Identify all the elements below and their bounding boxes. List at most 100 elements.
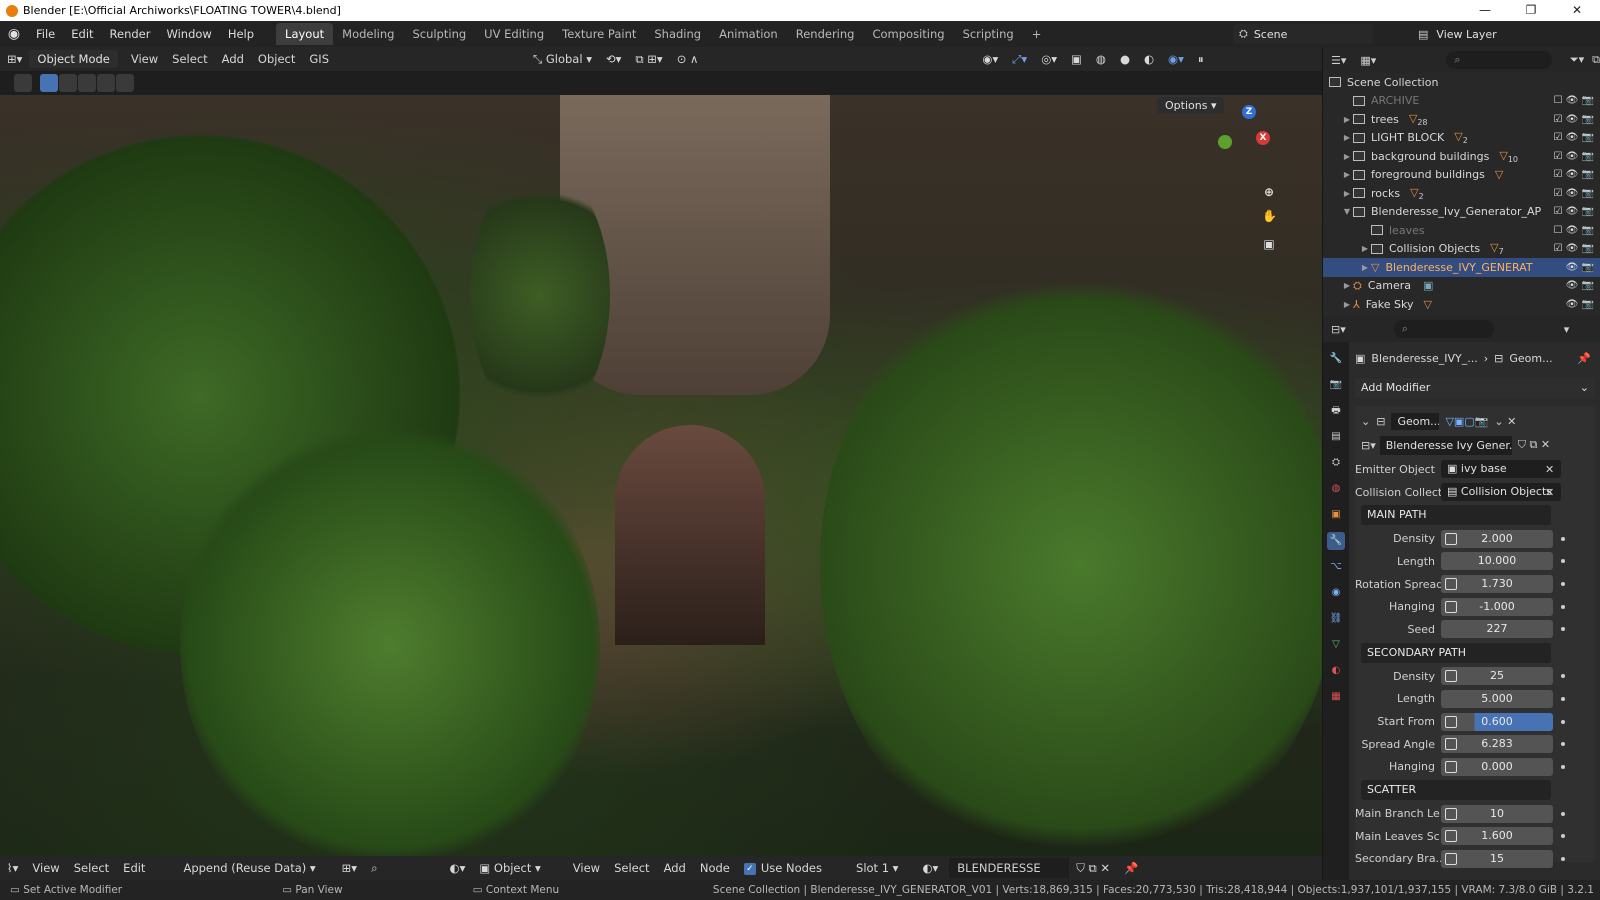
node-editor-type-icon[interactable]: ⌇▾ (0, 861, 25, 875)
outliner-row-foreground-buildings[interactable]: ▶ foreground buildings ▽ ☑ 👁 📷 (1323, 166, 1600, 185)
scene-collection-row[interactable]: Scene Collection (1323, 73, 1600, 92)
modifier-menu-icon[interactable]: ⌄ ✕ (1494, 415, 1516, 428)
material-name-field[interactable]: BLENDERESSE (949, 858, 1070, 878)
numeric-input[interactable]: 1.600 (1441, 827, 1553, 846)
select-box-mode-extend-icon[interactable] (59, 74, 77, 92)
numeric-input[interactable]: 25 (1441, 667, 1553, 686)
row-controls[interactable]: ☐ 👁 📷 (1554, 225, 1594, 236)
add-modifier-dropdown[interactable]: Add Modifier ⌄ (1355, 378, 1595, 398)
tab-shading[interactable]: Shading (645, 23, 710, 45)
row-controls[interactable]: ☑ 👁 📷 (1554, 114, 1594, 125)
keyframe-dot-icon[interactable] (1561, 604, 1565, 609)
numeric-input[interactable]: 10 (1441, 804, 1553, 823)
pause-render-icon[interactable]: ⏸ (1191, 52, 1211, 67)
3d-viewport[interactable]: Options ▾ Z X ⊕ ✋ ▣ (0, 95, 1322, 856)
display-mode-icon[interactable]: ▦▾ (1360, 54, 1376, 67)
keyframe-dot-icon[interactable] (1561, 811, 1565, 816)
keyframe-dot-icon[interactable] (1561, 764, 1565, 769)
expand-arrow-icon[interactable]: ▶ (1341, 281, 1353, 290)
keyframe-dot-icon[interactable] (1561, 856, 1565, 861)
numeric-input[interactable]: -1.000 (1441, 597, 1553, 616)
numeric-input[interactable]: 1.730 (1441, 575, 1553, 594)
viewport-menu-select[interactable]: Select (165, 52, 214, 66)
outliner-row-ivy-generator-object[interactable]: ▶ ▽ Blenderesse_IVY_GENERAT 👁 📷 (1323, 258, 1600, 277)
asset-search-icon[interactable]: ⌕ (364, 861, 384, 876)
row-controls[interactable]: ☑ 👁 📷 (1554, 132, 1594, 143)
menu-help[interactable]: Help (220, 27, 262, 41)
row-controls[interactable]: ☑ 👁 📷 (1554, 169, 1594, 180)
physics-tab-icon[interactable]: ◉ (1327, 584, 1345, 602)
pan-hand-icon[interactable]: ✋ (1262, 209, 1277, 223)
numeric-input-active[interactable]: 0.600 (1441, 712, 1553, 731)
tab-modeling[interactable]: Modeling (333, 23, 403, 45)
constraints-tab-icon[interactable]: ⛓ (1327, 610, 1345, 628)
material-tab-icon[interactable]: ◐ (1327, 662, 1345, 680)
row-controls[interactable]: 👁 📷 (1566, 262, 1594, 273)
outliner-row-archive[interactable]: ARCHIVE ☐ 👁 📷 (1323, 92, 1600, 111)
gizmo-toggle-icon[interactable]: ⤢▾ (1005, 52, 1034, 67)
expand-arrow-icon[interactable]: ▶ (1359, 263, 1371, 272)
row-controls[interactable]: ☐ 👁 📷 (1554, 95, 1594, 106)
collapse-arrow-icon[interactable]: ⌄ (1361, 415, 1370, 428)
tool-tab-icon[interactable]: 🔧 (1327, 350, 1345, 368)
select-box-mode-subtract-icon[interactable] (78, 74, 96, 92)
shading-material-icon[interactable]: ◐ (1137, 52, 1161, 66)
collision-collection-field[interactable]: ▤ Collision Objects (1441, 483, 1561, 502)
menu-edit[interactable]: Edit (63, 27, 101, 41)
shader-type-icon[interactable]: ◐▾ (443, 861, 473, 875)
outliner-row-trees[interactable]: ▶ trees ▽28 ☑ 👁 📷 (1323, 110, 1600, 129)
outliner-row-ivy-generator[interactable]: ▼ Blenderesse_Ivy_Generator_AP ☑ 👁 📷 (1323, 203, 1600, 222)
fake-user-icon[interactable]: ⛉ ⧉ ✕ (1069, 861, 1117, 876)
viewport-menu-add[interactable]: Add (215, 52, 251, 66)
tab-layout[interactable]: Layout (276, 23, 334, 45)
expand-arrow-icon[interactable]: ▶ (1341, 189, 1353, 198)
gizmo-y-axis-icon[interactable] (1218, 135, 1232, 149)
node2-menu-select[interactable]: Select (607, 861, 656, 875)
outliner-row-leaves[interactable]: leaves ☐ 👁 📷 (1323, 221, 1600, 240)
pin-icon[interactable]: 📌 (1577, 352, 1591, 365)
tab-rendering[interactable]: Rendering (787, 23, 864, 45)
select-box-mode-new-icon[interactable] (40, 74, 58, 92)
tab-uv-editing[interactable]: UV Editing (475, 23, 553, 45)
tab-sculpting[interactable]: Sculpting (403, 23, 475, 45)
tab-texture-paint[interactable]: Texture Paint (553, 23, 645, 45)
proportional-edit-icon[interactable]: ⊙ ∧ (670, 52, 706, 66)
node2-menu-view[interactable]: View (566, 861, 607, 875)
select-box-mode-invert-icon[interactable] (97, 74, 115, 92)
snap-icon[interactable]: ⧉ ⊞▾ (628, 52, 669, 67)
use-nodes-toggle[interactable]: ✓ Use Nodes (737, 861, 829, 875)
view-layer-selector[interactable]: ▤ View Layer (1418, 24, 1558, 44)
node2-menu-node[interactable]: Node (693, 861, 737, 875)
append-mode-dropdown[interactable]: Append (Reuse Data) ▾ (176, 861, 322, 875)
menu-file[interactable]: File (28, 27, 63, 41)
modifier-tab-icon[interactable]: 🔧 (1327, 532, 1345, 550)
tab-scripting[interactable]: Scripting (954, 23, 1023, 45)
row-controls[interactable]: ☑ 👁 📷 (1554, 188, 1594, 199)
node-group-field[interactable]: Blenderesse Ivy Gener... (1379, 435, 1512, 455)
numeric-input[interactable]: 227 (1441, 620, 1553, 639)
asset-view-icon[interactable]: ⊞▾ (335, 861, 364, 875)
node-menu-view[interactable]: View (25, 861, 66, 875)
node-menu-select[interactable]: Select (67, 861, 116, 875)
gizmo-x-axis-icon[interactable]: X (1256, 131, 1270, 145)
shading-wire-icon[interactable]: ◍ (1089, 52, 1113, 66)
row-controls[interactable]: 👁 📷 (1566, 280, 1594, 291)
tab-compositing[interactable]: Compositing (863, 23, 953, 45)
new-collection-icon[interactable]: ⧉ (1592, 53, 1600, 67)
data-tab-icon[interactable]: ▽ (1327, 636, 1345, 654)
keyframe-dot-icon[interactable] (1561, 559, 1565, 564)
select-box-mode-intersect-icon[interactable] (116, 74, 134, 92)
expand-arrow-icon[interactable]: ▶ (1341, 115, 1353, 124)
node-menu-edit[interactable]: Edit (116, 861, 152, 875)
emitter-object-field[interactable]: ▣ ivy base (1441, 460, 1561, 479)
fake-user-shield-icon[interactable]: ⛉ ⧉ ✕ (1518, 438, 1550, 452)
object-mode-dropdown[interactable]: Object Mode (29, 50, 118, 68)
outliner-row-camera[interactable]: ▶ ⛭ Camera ▣ 👁 📷 (1323, 277, 1600, 296)
keyframe-dot-icon[interactable] (1561, 742, 1565, 747)
edit-mode-toggle-icon[interactable]: ▽▣▢📷 (1445, 415, 1488, 428)
outliner-row-light-block[interactable]: ▶ LIGHT BLOCK ▽2 ☑ 👁 📷 (1323, 129, 1600, 148)
world-tab-icon[interactable]: ◍ (1327, 480, 1345, 498)
keyframe-dot-icon[interactable] (1561, 719, 1565, 724)
outliner-editor-type-icon[interactable]: ☰▾ (1331, 54, 1346, 67)
collapse-arrow-icon[interactable]: ▼ (1341, 207, 1353, 216)
